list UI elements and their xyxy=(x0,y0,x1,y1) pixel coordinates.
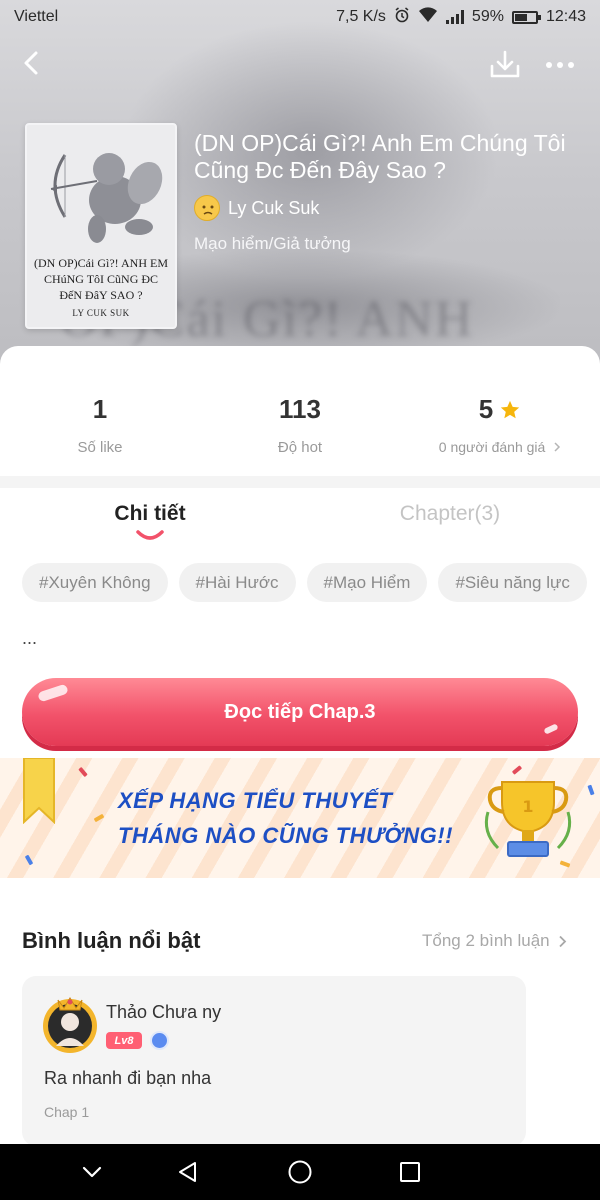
cupid-illustration xyxy=(50,153,163,243)
description[interactable]: ... xyxy=(22,628,37,649)
author-name: Ly Cuk Suk xyxy=(228,197,320,218)
system-nav-bar xyxy=(0,1144,600,1200)
author-row[interactable]: Ly Cuk Suk xyxy=(194,195,319,221)
continue-reading-label: Đọc tiếp Chap.3 xyxy=(224,700,376,723)
tag-list: #Xuyên Không #Hài Hước #Mạo Hiểm #Siêu n… xyxy=(22,563,587,602)
book-cover[interactable]: (DN OP)Cái Gì?! ANH EM CHúNG TôI CũNG ĐC… xyxy=(25,123,177,329)
nav-recents-icon xyxy=(400,1162,420,1182)
book-title: (DN OP)Cái Gì?! Anh Em Chúng Tôi Cũng Đc… xyxy=(194,130,566,183)
alarm-icon xyxy=(394,6,410,28)
tab-active-indicator xyxy=(136,530,164,540)
nav-hide-button[interactable] xyxy=(62,1144,122,1200)
hot-value: 113 xyxy=(279,394,321,424)
rating-stat[interactable]: 5 0 người đánh giá xyxy=(400,394,600,455)
hot-label: Độ hot xyxy=(277,439,323,456)
wifi-icon xyxy=(418,6,438,28)
chevron-right-icon xyxy=(554,442,561,452)
tab-chapters[interactable]: Chapter(3) xyxy=(300,502,600,526)
clock: 12:43 xyxy=(545,8,586,25)
comments-title: Bình luận nổi bật xyxy=(22,928,201,953)
trophy-icon: 1 xyxy=(484,781,572,857)
rating-label: 0 người đánh giá xyxy=(438,439,546,455)
likes-stat: 1 Số like xyxy=(0,394,200,456)
tag-chip[interactable]: #Mạo Hiểm xyxy=(306,563,428,602)
tag-chip[interactable]: #Hài Hước xyxy=(178,563,296,602)
commenter-name[interactable]: Thảo Chưa ny xyxy=(106,1002,221,1023)
signal-icon xyxy=(445,10,464,24)
cover-title: (DN OP)Cái Gì?! ANH EM CHúNG TôI CũNG ĐC… xyxy=(34,256,168,302)
nav-recents-button[interactable] xyxy=(380,1144,440,1200)
comment-text: Ra nhanh đi bạn nha xyxy=(44,1068,212,1088)
battery-percent: 59% xyxy=(471,8,504,25)
svg-text:1: 1 xyxy=(522,797,533,816)
ribbon-icon xyxy=(23,758,55,824)
hot-stat: 113 Độ hot xyxy=(200,394,400,456)
tag-chip[interactable]: #Siêu năng lực xyxy=(438,563,587,602)
more-button[interactable] xyxy=(542,52,578,78)
book-header: OP)Cái Gì?! ANH Viettel 7,5 K/s 59% 12:4… xyxy=(0,0,600,380)
likes-value: 1 xyxy=(92,394,108,424)
continue-reading-button[interactable]: Đọc tiếp Chap.3 xyxy=(22,678,578,746)
tab-detail[interactable]: Chi tiết xyxy=(0,502,300,526)
banner-line-2: THÁNG NÀO CŨNG THƯỞNG!! xyxy=(118,823,453,848)
level-badge: Lv8 xyxy=(106,1032,142,1049)
tag-chip[interactable]: #Xuyên Không xyxy=(22,563,168,602)
book-genre: Mạo hiểm/Giả tưởng xyxy=(194,234,351,253)
battery-fill xyxy=(514,13,527,21)
back-button[interactable] xyxy=(16,48,46,78)
nav-home-icon xyxy=(288,1160,312,1184)
nav-back-button[interactable] xyxy=(158,1144,218,1200)
status-bar: Viettel 7,5 K/s 59% 12:43 xyxy=(0,0,600,34)
download-button[interactable] xyxy=(488,48,522,82)
rating-label-row: 0 người đánh giá xyxy=(400,439,600,455)
stats-card: 1 Số like 113 Độ hot 5 0 người đánh giá xyxy=(0,346,600,476)
back-icon xyxy=(24,51,38,75)
banner-line-1: XẾP HẠNG TIỂU THUYẾT xyxy=(118,788,393,813)
more-icon xyxy=(546,62,552,68)
cover-author: LY CUK SUK xyxy=(72,308,130,318)
nav-hide-icon xyxy=(82,1166,102,1178)
author-avatar xyxy=(194,195,220,221)
comments-total-link[interactable]: Tổng 2 bình luận xyxy=(422,931,567,951)
nav-back-icon xyxy=(179,1162,196,1182)
rating-value: 5 xyxy=(478,394,494,424)
carrier-name: Viettel xyxy=(14,8,59,25)
chevron-right-icon xyxy=(558,935,566,947)
ranking-banner[interactable]: XẾP HẠNG TIỂU THUYẾT THÁNG NÀO CŨNG THƯỞ… xyxy=(0,758,600,878)
battery-icon xyxy=(511,10,541,24)
network-speed: 7,5 K/s xyxy=(336,8,386,25)
likes-label: Số like xyxy=(77,439,123,456)
commenter-avatar[interactable] xyxy=(40,994,100,1054)
nav-home-button[interactable] xyxy=(270,1144,330,1200)
star-icon xyxy=(501,400,520,418)
vip-badge-icon xyxy=(150,1031,169,1050)
comments-total: Tổng 2 bình luận xyxy=(422,931,550,950)
comment-chapter: Chap 1 xyxy=(44,1104,90,1120)
download-icon xyxy=(490,50,520,78)
comment-card[interactable]: Thảo Chưa ny Lv8 Ra nhanh đi bạn nha Cha… xyxy=(22,976,526,1146)
section-divider xyxy=(0,476,600,488)
